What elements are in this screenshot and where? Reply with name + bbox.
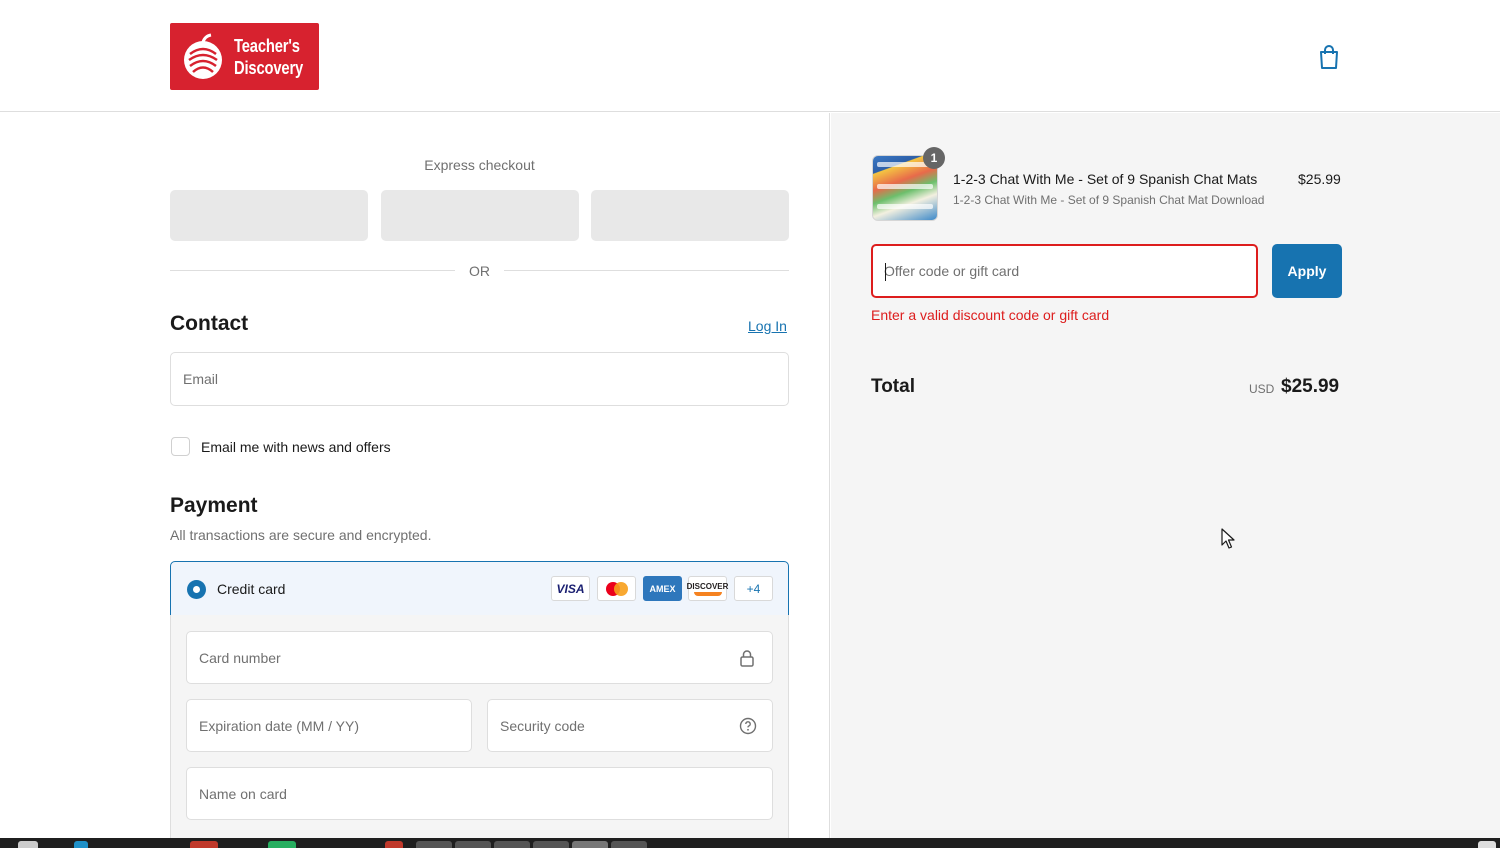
name-on-card-field[interactable] [186, 767, 773, 820]
thumb-strip [877, 184, 933, 189]
product-price: $25.99 [1298, 171, 1341, 187]
site-header: Teacher's Discovery [0, 0, 1500, 112]
thumb-strip [877, 204, 933, 209]
newsletter-label[interactable]: Email me with news and offers [201, 439, 391, 455]
credit-card-label: Credit card [217, 581, 286, 597]
taskbar-app-icon[interactable] [268, 841, 296, 848]
taskbar-app-icon[interactable] [494, 841, 530, 848]
apple-logo-icon [184, 33, 222, 79]
offer-code-field[interactable] [871, 244, 1258, 298]
or-divider: OR [170, 263, 789, 279]
expiration-date-field[interactable] [186, 699, 472, 752]
product-title: 1-2-3 Chat With Me - Set of 9 Spanish Ch… [953, 171, 1258, 187]
brand-name: Teacher's Discovery [234, 35, 304, 78]
email-field[interactable] [170, 352, 789, 406]
contact-heading: Contact [170, 312, 249, 335]
discover-text: DISCOVER [686, 581, 729, 591]
security-code-field[interactable] [487, 699, 773, 752]
total-currency: USD [1249, 382, 1275, 396]
mastercard-circles-icon [605, 581, 628, 596]
text-caret [885, 263, 886, 281]
card-number-input[interactable] [187, 632, 772, 683]
credit-card-radio[interactable] [187, 580, 206, 599]
help-circle-icon[interactable] [739, 717, 757, 735]
payment-subtitle: All transactions are secure and encrypte… [170, 527, 432, 543]
credit-card-option[interactable]: Credit card VISA AMEX DISCOVER +4 [170, 561, 789, 616]
show-desktop-button[interactable] [1478, 841, 1496, 848]
offer-code-input[interactable] [873, 246, 1256, 296]
discover-icon: DISCOVER [686, 576, 729, 601]
amex-icon: AMEX [643, 576, 682, 601]
product-variant: 1-2-3 Chat With Me - Set of 9 Spanish Ch… [953, 193, 1265, 207]
newsletter-checkbox[interactable] [171, 437, 190, 456]
order-summary: 1 1-2-3 Chat With Me - Set of 9 Spanish … [831, 113, 1500, 838]
express-pay-button-2[interactable] [381, 190, 579, 241]
taskbar-app-icon[interactable] [190, 841, 218, 848]
taskbar-app-icon[interactable] [572, 841, 608, 848]
credit-card-form [170, 615, 789, 838]
taskbar-app-icon[interactable] [385, 841, 403, 848]
mastercard-icon [597, 576, 636, 601]
payment-heading: Payment [170, 494, 258, 517]
discover-stripe [693, 591, 722, 596]
or-label: OR [469, 263, 490, 279]
start-menu-icon[interactable] [18, 841, 38, 848]
card-number-field[interactable] [186, 631, 773, 684]
visa-icon: VISA [551, 576, 590, 601]
taskbar-app-icon[interactable] [533, 841, 569, 848]
taskbar-app-icon[interactable] [455, 841, 491, 848]
offer-error-message: Enter a valid discount code or gift card [871, 307, 1110, 323]
express-pay-button-1[interactable] [170, 190, 368, 241]
divider-line [504, 270, 789, 271]
taskbar-app-icon[interactable] [611, 841, 647, 848]
apply-button[interactable]: Apply [1272, 244, 1342, 298]
express-pay-button-3[interactable] [591, 190, 789, 241]
security-code-input[interactable] [488, 700, 772, 751]
quantity-badge: 1 [923, 147, 945, 169]
name-on-card-input[interactable] [187, 768, 772, 819]
brand-logo[interactable]: Teacher's Discovery [170, 23, 319, 90]
taskbar [0, 838, 1500, 848]
lock-icon [740, 650, 754, 667]
express-checkout-title: Express checkout [424, 157, 535, 173]
login-link[interactable]: Log In [748, 318, 787, 334]
more-cards-badge: +4 [734, 576, 773, 601]
mouse-cursor-icon [1221, 528, 1235, 549]
shopping-bag-icon[interactable] [1318, 44, 1340, 70]
taskbar-app-icon[interactable] [416, 841, 452, 848]
total-amount: $25.99 [1281, 376, 1340, 397]
expiration-date-input[interactable] [187, 700, 471, 751]
total-label: Total [871, 376, 915, 397]
taskbar-app-icon[interactable] [74, 841, 88, 848]
checkout-main: Express checkout OR Contact Log In Email… [0, 113, 830, 838]
email-input[interactable] [171, 353, 788, 405]
